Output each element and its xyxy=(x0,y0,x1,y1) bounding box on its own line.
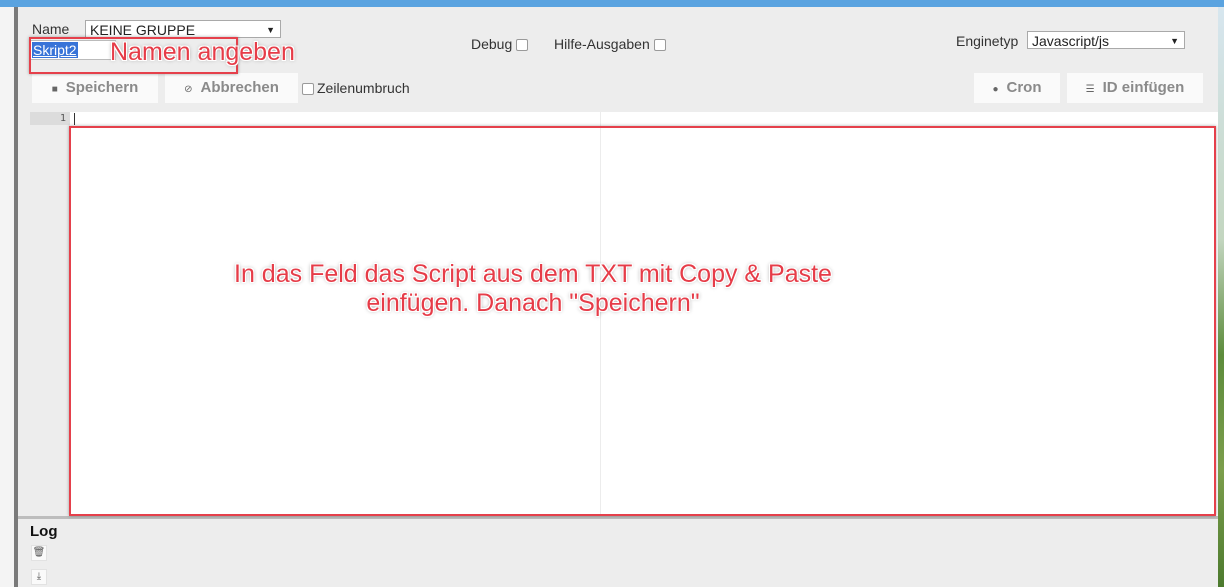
script-editor-panel: Name KEINE GRUPPE ▼ Skript2 Debug Hilfe-… xyxy=(18,7,1218,587)
chevron-down-icon: ▼ xyxy=(1170,36,1179,46)
log-download-button[interactable]: ⤓ xyxy=(31,569,47,585)
wrap-toggle[interactable]: Zeilenumbruch xyxy=(302,80,410,96)
list-icon: ☰ xyxy=(1085,84,1095,95)
left-border xyxy=(0,7,18,587)
name-annotation-text: Namen angeben xyxy=(110,38,295,66)
log-clear-button[interactable]: 🗑 xyxy=(31,545,47,561)
trash-icon: 🗑 xyxy=(32,547,46,558)
group-select[interactable]: KEINE GRUPPE ▼ xyxy=(85,20,281,38)
editor-annotation-line1: In das Feld das Script aus dem TXT mit C… xyxy=(234,260,832,288)
background-strip xyxy=(1218,7,1224,587)
cancel-button[interactable]: ⊘ Abbrechen xyxy=(165,73,298,103)
download-icon: ⤓ xyxy=(36,571,42,582)
hilfe-toggle[interactable]: Hilfe-Ausgaben xyxy=(554,36,666,52)
engine-label: Enginetyp xyxy=(956,33,1019,49)
save-label: Speichern xyxy=(65,79,139,96)
hilfe-checkbox[interactable] xyxy=(653,39,666,52)
panel-splitter[interactable] xyxy=(18,516,1218,519)
debug-label: Debug xyxy=(471,36,513,52)
wrap-checkbox[interactable] xyxy=(302,83,314,96)
insert-id-button[interactable]: ☰ ID einfügen xyxy=(1067,73,1203,103)
cron-label: Cron xyxy=(1006,79,1042,96)
chevron-down-icon: ▼ xyxy=(266,25,275,35)
cancel-label: Abbrechen xyxy=(200,79,279,96)
top-accent-bar xyxy=(0,0,1224,7)
floppy-icon: ■ xyxy=(51,84,58,95)
editor-annotation-line2: einfügen. Danach "Speichern" xyxy=(366,289,700,317)
wrap-label: Zeilenumbruch xyxy=(317,80,410,96)
hilfe-label: Hilfe-Ausgaben xyxy=(554,36,650,52)
group-select-value: KEINE GRUPPE xyxy=(90,22,196,38)
editor-annotation-box xyxy=(69,126,1216,516)
log-title: Log xyxy=(30,523,58,540)
line-number: 1 xyxy=(30,112,70,125)
debug-toggle[interactable]: Debug xyxy=(471,36,529,52)
clock-icon: ● xyxy=(992,84,999,95)
save-button[interactable]: ■ Speichern xyxy=(32,73,158,103)
editor-annotation-text: In das Feld das Script aus dem TXT mit C… xyxy=(178,260,888,318)
cron-button[interactable]: ● Cron xyxy=(974,73,1060,103)
cancel-icon: ⊘ xyxy=(184,84,193,95)
line-number-gutter: 1 xyxy=(30,112,74,516)
debug-checkbox[interactable] xyxy=(516,39,529,52)
engine-select[interactable]: Javascript/js ▼ xyxy=(1027,31,1185,49)
text-cursor xyxy=(74,113,75,125)
name-label: Name xyxy=(32,21,70,37)
insert-id-label: ID einfügen xyxy=(1102,79,1185,96)
engine-select-value: Javascript/js xyxy=(1032,33,1110,49)
